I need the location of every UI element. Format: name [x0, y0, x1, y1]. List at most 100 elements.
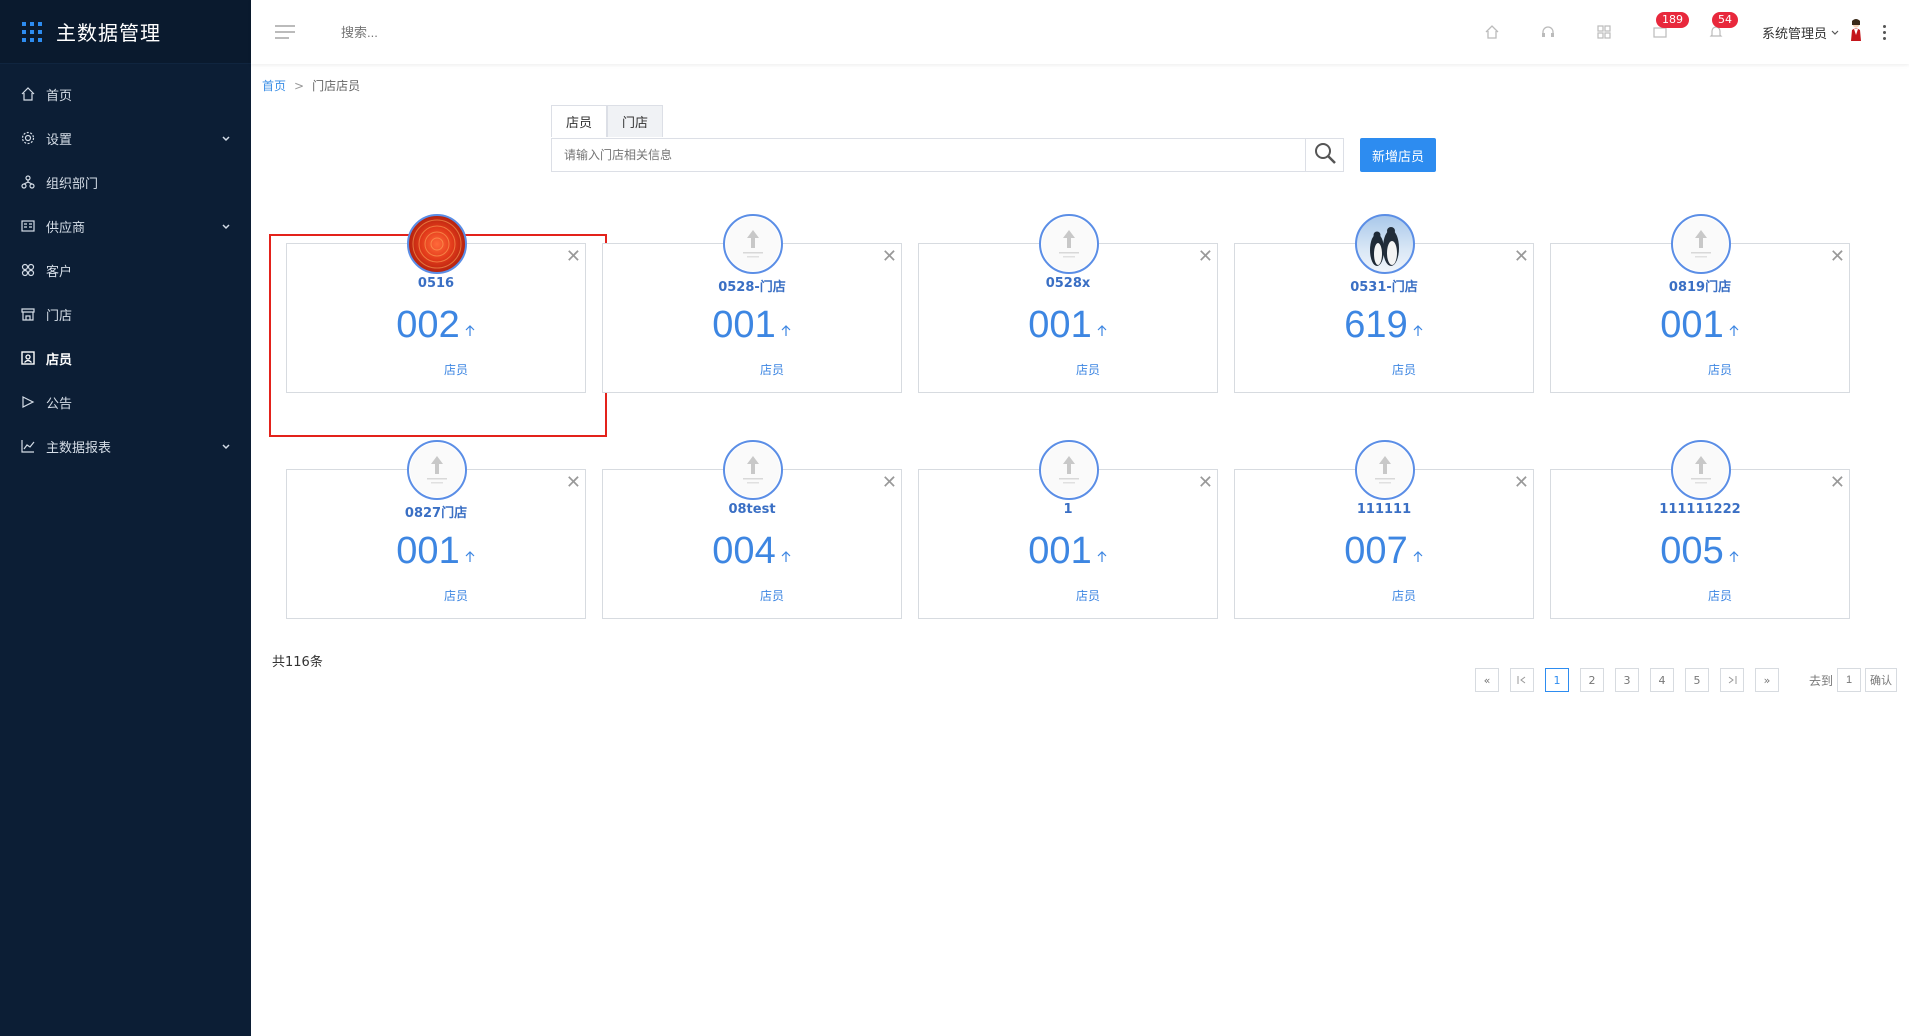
store-card[interactable]: ✕ 0528-门店 001 店员: [602, 214, 902, 393]
store-search-input[interactable]: [551, 138, 1306, 172]
store-name: 08test: [728, 502, 776, 517]
apps-grid-icon[interactable]: [22, 21, 42, 42]
store-card[interactable]: ✕ 0528x 001 店员: [918, 214, 1218, 393]
more-vertical-icon[interactable]: [1883, 24, 1887, 40]
breadcrumb: 首页 > 门店店员: [262, 77, 360, 94]
page-5-button[interactable]: 5: [1684, 668, 1709, 692]
store-avatar[interactable]: [407, 440, 467, 500]
last-page-button[interactable]: »: [1754, 668, 1779, 692]
store-card[interactable]: ✕ 0531-门店 619 店员: [1234, 214, 1534, 393]
staff-count-row: 001: [1551, 304, 1849, 347]
close-icon[interactable]: ✕: [882, 246, 897, 268]
staff-count: 619: [1344, 304, 1408, 346]
sidebar-item-1[interactable]: 设置: [0, 116, 251, 160]
sidebar-item-8[interactable]: 主数据报表: [0, 424, 251, 468]
store-avatar[interactable]: [1355, 440, 1415, 500]
user-menu[interactable]: 系统管理员: [1762, 19, 1863, 45]
notification-badge: 54: [1711, 12, 1738, 28]
next-page-button[interactable]: [1719, 668, 1744, 692]
bell-icon[interactable]: 54: [1706, 12, 1738, 42]
store-avatar[interactable]: [1039, 440, 1099, 500]
store-card[interactable]: ✕ 0819门店 001 店员: [1550, 214, 1850, 393]
sidebar-item-2[interactable]: 组织部门: [0, 160, 251, 204]
sidebar-item-0[interactable]: 首页: [0, 72, 251, 116]
close-icon[interactable]: ✕: [1830, 246, 1845, 268]
search-row: 新增店员: [551, 138, 1437, 172]
store-name: 0528-门店: [718, 280, 786, 295]
search-button[interactable]: [1306, 138, 1344, 172]
page-1-button[interactable]: 1: [1544, 668, 1569, 692]
sidebar-item-3[interactable]: 供应商: [0, 204, 251, 248]
store-card[interactable]: ✕ 08test 004 店员: [602, 440, 902, 619]
global-search-input[interactable]: [341, 24, 641, 40]
staff-count: 001: [396, 530, 460, 572]
sidebar-item-7[interactable]: 公告: [0, 380, 251, 424]
chevron-down-icon: [221, 221, 231, 231]
headset-icon[interactable]: [1538, 22, 1558, 42]
home-icon[interactable]: [1482, 22, 1502, 42]
staff-count-row: 001: [603, 304, 901, 347]
first-page-button[interactable]: «: [1474, 668, 1499, 692]
chevron-down-icon: [221, 441, 231, 451]
store-name: 1: [1063, 502, 1073, 517]
close-icon[interactable]: ✕: [1830, 472, 1845, 494]
store-avatar[interactable]: [723, 214, 783, 274]
store-name: 111111: [1356, 502, 1412, 517]
store-avatar[interactable]: [723, 440, 783, 500]
store-card[interactable]: ✕ 0827门店 001 店员: [286, 440, 586, 619]
sidebar-item-5[interactable]: 门店: [0, 292, 251, 336]
staff-count-row: 001: [287, 530, 585, 573]
goto-confirm-button[interactable]: 确认: [1865, 668, 1897, 692]
arrow-up-icon: [464, 551, 476, 567]
store-avatar[interactable]: [1671, 440, 1731, 500]
store-avatar[interactable]: [1671, 214, 1731, 274]
close-icon[interactable]: ✕: [1198, 246, 1213, 268]
store-avatar[interactable]: [1039, 214, 1099, 274]
store-card[interactable]: ✕ 1 001 店员: [918, 440, 1218, 619]
arrow-up-icon: [1096, 325, 1108, 341]
store-name: 0516: [417, 276, 455, 291]
store-avatar[interactable]: [407, 214, 467, 274]
arrow-up-icon: [1728, 325, 1740, 341]
staff-count-row: 619: [1235, 304, 1533, 347]
close-icon[interactable]: ✕: [1514, 472, 1529, 494]
arrow-up-icon: [1096, 551, 1108, 567]
total-count: 共116条: [272, 655, 323, 670]
close-icon[interactable]: ✕: [1198, 472, 1213, 494]
staff-count-label: 店员: [443, 363, 468, 377]
store-card[interactable]: ✕ 111111 007 店员: [1234, 440, 1534, 619]
staff-count-label: 店员: [1707, 589, 1732, 603]
close-icon[interactable]: ✕: [1514, 246, 1529, 268]
store-avatar[interactable]: [1355, 214, 1415, 274]
announcement-icon: [20, 394, 36, 410]
page-4-button[interactable]: 4: [1649, 668, 1674, 692]
staff-count: 001: [1028, 530, 1092, 572]
dashboard-icon[interactable]: [1594, 22, 1614, 42]
mail-badge: 189: [1655, 12, 1689, 28]
close-icon[interactable]: ✕: [566, 246, 581, 268]
breadcrumb-home[interactable]: 首页: [262, 79, 286, 93]
staff-count-row: 005: [1551, 530, 1849, 573]
prev-page-button[interactable]: [1509, 668, 1534, 692]
sidebar-item-6[interactable]: 店员: [0, 336, 251, 380]
store-name: 0819门店: [1668, 280, 1732, 295]
add-staff-button[interactable]: 新增店员: [1360, 138, 1437, 172]
staff-count-row: 001: [919, 530, 1217, 573]
mail-icon[interactable]: 189: [1650, 12, 1689, 42]
close-icon[interactable]: ✕: [882, 472, 897, 494]
page-3-button[interactable]: 3: [1614, 668, 1639, 692]
goto-page-input[interactable]: [1837, 668, 1861, 692]
sidebar-item-label: 首页: [46, 88, 73, 104]
page-2-button[interactable]: 2: [1579, 668, 1604, 692]
store-card[interactable]: ✕ 111111222 005 店员: [1550, 440, 1850, 619]
store-card[interactable]: ✕ 0516 002 店员: [286, 214, 586, 393]
tab-store[interactable]: 门店: [607, 105, 664, 137]
user-avatar: [1849, 19, 1863, 45]
close-icon[interactable]: ✕: [566, 472, 581, 494]
menu-toggle-icon[interactable]: [275, 25, 295, 39]
arrow-up-icon: [1412, 551, 1424, 567]
gear-icon: [20, 130, 36, 146]
tab-staff[interactable]: 店员: [551, 105, 608, 137]
home-icon: [20, 86, 36, 102]
sidebar-item-4[interactable]: 客户: [0, 248, 251, 292]
